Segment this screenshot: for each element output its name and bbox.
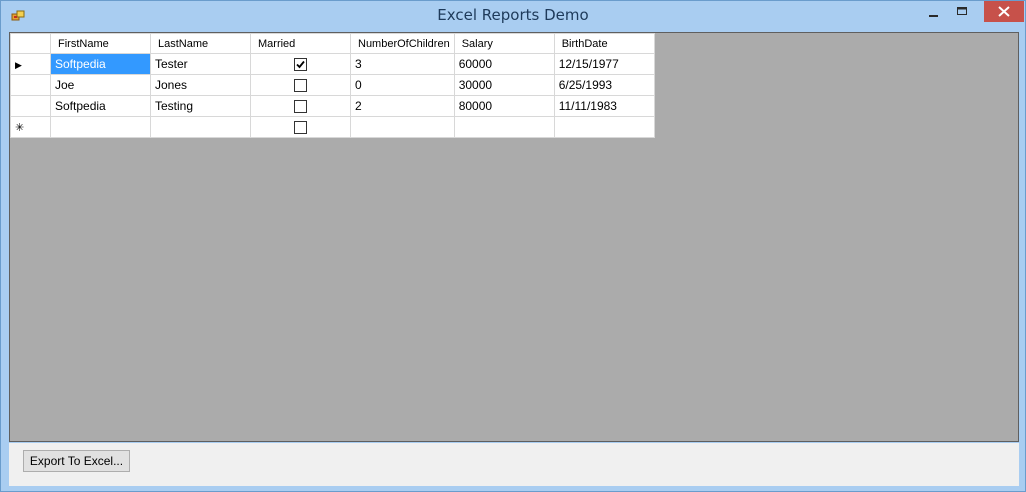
cell-numberofchildren[interactable]: 3 bbox=[350, 53, 455, 75]
cell-salary[interactable]: 30000 bbox=[453, 74, 555, 96]
cell-numberofchildren-new[interactable] bbox=[350, 116, 455, 138]
cell-married[interactable] bbox=[250, 53, 351, 75]
cell-numberofchildren[interactable]: 0 bbox=[350, 74, 455, 96]
married-checkbox[interactable] bbox=[294, 100, 307, 114]
cell-married-new[interactable] bbox=[250, 116, 351, 138]
cell-numberofchildren[interactable]: 2 bbox=[350, 95, 455, 117]
new-row: ✳ bbox=[10, 116, 655, 138]
column-header-married[interactable]: Married bbox=[250, 33, 351, 54]
table-row: ▶ Softpedia Tester 3 60000 12/15/1977 bbox=[10, 53, 655, 75]
married-checkbox[interactable] bbox=[294, 121, 307, 135]
cell-firstname[interactable]: Softpedia bbox=[50, 95, 151, 117]
title-bar[interactable]: Excel Reports Demo bbox=[1, 1, 1025, 32]
column-header-salary[interactable]: Salary bbox=[453, 33, 555, 54]
export-to-excel-button[interactable]: Export To Excel... bbox=[23, 450, 130, 472]
cell-firstname[interactable]: Joe bbox=[50, 74, 151, 96]
row-header[interactable] bbox=[10, 95, 51, 117]
row-header[interactable] bbox=[10, 74, 51, 96]
bottom-panel: Export To Excel... bbox=[9, 443, 1019, 486]
cell-birthdate[interactable]: 6/25/1993 bbox=[553, 74, 655, 96]
cell-married[interactable] bbox=[250, 74, 351, 96]
married-checkbox[interactable] bbox=[294, 79, 307, 93]
corner-header-cell[interactable] bbox=[10, 33, 51, 54]
new-row-asterisk-icon: ✳ bbox=[15, 122, 25, 134]
married-checkbox[interactable] bbox=[294, 58, 307, 72]
minimize-icon[interactable] bbox=[919, 1, 949, 23]
data-grid-view[interactable]: FirstName LastName Married NumberOfChild… bbox=[9, 32, 1019, 442]
cell-firstname-new[interactable] bbox=[50, 116, 151, 138]
cell-lastname[interactable]: Jones bbox=[150, 74, 251, 96]
cell-married[interactable] bbox=[250, 95, 351, 117]
app-window: Excel Reports Demo FirstName LastName Ma… bbox=[0, 0, 1026, 492]
cell-lastname[interactable]: Testing bbox=[150, 95, 251, 117]
checkmark-icon bbox=[296, 61, 305, 69]
cell-firstname[interactable]: Softpedia bbox=[50, 53, 151, 75]
cell-birthdate-new[interactable] bbox=[553, 116, 655, 138]
column-header-firstname[interactable]: FirstName bbox=[50, 33, 151, 54]
cell-lastname-new[interactable] bbox=[150, 116, 251, 138]
column-header-birthdate[interactable]: BirthDate bbox=[553, 33, 655, 54]
data-grid: FirstName LastName Married NumberOfChild… bbox=[10, 33, 655, 138]
cell-salary[interactable]: 60000 bbox=[453, 53, 555, 75]
window-title: Excel Reports Demo bbox=[437, 6, 589, 24]
column-header-lastname[interactable]: LastName bbox=[150, 33, 251, 54]
row-header-new[interactable]: ✳ bbox=[10, 116, 51, 138]
header-row: FirstName LastName Married NumberOfChild… bbox=[10, 33, 655, 54]
cell-lastname[interactable]: Tester bbox=[150, 53, 251, 75]
table-row: Joe Jones 0 30000 6/25/1993 bbox=[10, 74, 655, 96]
close-icon[interactable] bbox=[984, 1, 1024, 22]
current-row-arrow-icon: ▶ bbox=[15, 60, 22, 70]
cell-salary[interactable]: 80000 bbox=[453, 95, 555, 117]
row-header-current[interactable]: ▶ bbox=[10, 53, 51, 75]
cell-birthdate[interactable]: 12/15/1977 bbox=[553, 53, 655, 75]
table-row: Softpedia Testing 2 80000 11/11/1983 bbox=[10, 95, 655, 117]
maximize-icon[interactable] bbox=[949, 1, 975, 23]
column-header-numberofchildren[interactable]: NumberOfChildren bbox=[350, 33, 455, 54]
cell-salary-new[interactable] bbox=[453, 116, 555, 138]
cell-birthdate[interactable]: 11/11/1983 bbox=[553, 95, 655, 117]
